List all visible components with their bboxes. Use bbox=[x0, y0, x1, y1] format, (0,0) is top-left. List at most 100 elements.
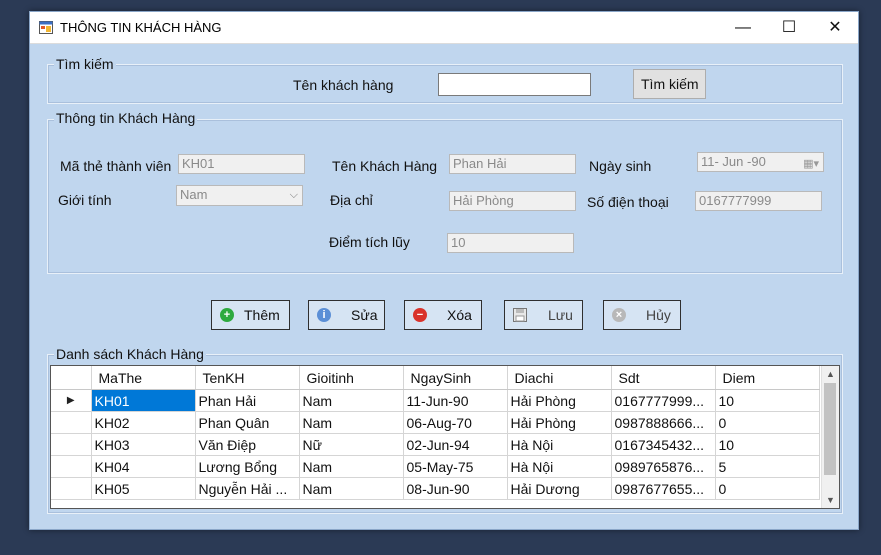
table-cell[interactable]: 0167345432... bbox=[611, 433, 716, 456]
table-cell[interactable]: KH04 bbox=[91, 455, 196, 478]
row-header[interactable] bbox=[51, 433, 92, 456]
search-name-input[interactable] bbox=[438, 73, 591, 96]
column-header[interactable]: NgaySinh bbox=[403, 366, 508, 390]
phone-label: Số điện thoại bbox=[587, 194, 669, 210]
column-header[interactable]: Sdt bbox=[611, 366, 716, 390]
customer-name-label: Tên Khách Hàng bbox=[332, 158, 438, 174]
table-cell[interactable]: 0987677655... bbox=[611, 477, 716, 500]
table-cell[interactable]: Hải Dương bbox=[507, 477, 612, 500]
points-label: Điểm tích lũy bbox=[329, 234, 410, 250]
column-header[interactable]: MaThe bbox=[91, 366, 196, 390]
table-cell[interactable]: Hải Phòng bbox=[507, 389, 612, 412]
table-cell[interactable]: 0987888666... bbox=[611, 411, 716, 434]
column-header[interactable]: Diem bbox=[715, 366, 820, 390]
table-cell[interactable]: 02-Jun-94 bbox=[403, 433, 508, 456]
table-row[interactable]: KH03 Văn Điệp Nữ 02-Jun-94 Hà Nội 016734… bbox=[51, 433, 820, 456]
table-cell[interactable]: 0167777999... bbox=[611, 389, 716, 412]
minimize-button[interactable]: — bbox=[720, 12, 766, 43]
table-row[interactable]: ▶ KH01 Phan Hải Nam 11-Jun-90 Hải Phòng … bbox=[51, 389, 820, 412]
table-cell[interactable]: 10 bbox=[715, 433, 820, 456]
table-cell[interactable]: 5 bbox=[715, 455, 820, 478]
delete-button[interactable]: − Xóa bbox=[404, 300, 482, 330]
customer-name-field[interactable]: Phan Hải bbox=[449, 154, 576, 174]
table-cell[interactable]: 05-May-75 bbox=[403, 455, 508, 478]
address-field[interactable]: Hải Phòng bbox=[449, 191, 576, 211]
table-cell[interactable]: Phan Quân bbox=[195, 411, 300, 434]
edit-button[interactable]: i Sửa bbox=[308, 300, 385, 330]
table-cell[interactable]: Nam bbox=[299, 455, 404, 478]
grid-header-row: MaThe TenKH Gioitinh NgaySinh Diachi Sdt… bbox=[51, 366, 820, 390]
row-header[interactable] bbox=[51, 477, 92, 500]
floppy-disk-icon bbox=[513, 308, 527, 322]
table-cell[interactable]: Nữ bbox=[299, 433, 404, 456]
cancel-button[interactable]: × Hủy bbox=[603, 300, 681, 330]
column-header[interactable]: Diachi bbox=[507, 366, 612, 390]
customer-list-group-label: Danh sách Khách Hàng bbox=[54, 346, 206, 362]
table-cell[interactable]: Văn Điệp bbox=[195, 433, 300, 456]
calendar-dropdown-icon: ▦▾ bbox=[803, 158, 819, 170]
row-header[interactable] bbox=[51, 411, 92, 434]
member-id-field[interactable]: KH01 bbox=[178, 154, 305, 174]
search-group-label: Tìm kiếm bbox=[54, 56, 116, 72]
points-field[interactable]: 10 bbox=[447, 233, 574, 253]
save-button-label: Lưu bbox=[548, 307, 573, 323]
table-cell[interactable]: 06-Aug-70 bbox=[403, 411, 508, 434]
row-header[interactable] bbox=[51, 455, 92, 478]
table-cell[interactable]: KH02 bbox=[91, 411, 196, 434]
table-cell[interactable]: Hải Phòng bbox=[507, 411, 612, 434]
dob-picker[interactable]: 11- Jun -90 ▦▾ bbox=[697, 152, 824, 172]
customer-info-group-label: Thông tin Khách Hàng bbox=[54, 110, 198, 126]
grid-vertical-scrollbar[interactable]: ▲ ▼ bbox=[821, 366, 839, 508]
gender-label: Giới tính bbox=[58, 192, 112, 208]
grid-corner-cell bbox=[51, 366, 92, 390]
table-cell[interactable]: 10 bbox=[715, 389, 820, 412]
cancel-button-label: Hủy bbox=[646, 307, 671, 323]
table-cell[interactable]: 08-Jun-90 bbox=[403, 477, 508, 500]
column-header[interactable]: Gioitinh bbox=[299, 366, 404, 390]
table-row[interactable]: KH02 Phan Quân Nam 06-Aug-70 Hải Phòng 0… bbox=[51, 411, 820, 434]
member-id-label: Mã thẻ thành viên bbox=[60, 158, 172, 174]
table-cell[interactable]: Hà Nội bbox=[507, 433, 612, 456]
table-cell[interactable]: Nam bbox=[299, 477, 404, 500]
add-button-label: Thêm bbox=[244, 307, 280, 323]
table-cell[interactable]: Phan Hải bbox=[195, 389, 300, 412]
title-bar[interactable]: THÔNG TIN KHÁCH HÀNG — ☐ ✕ bbox=[30, 12, 858, 44]
save-button[interactable]: Lưu bbox=[504, 300, 583, 330]
table-cell[interactable]: Nam bbox=[299, 411, 404, 434]
maximize-button[interactable]: ☐ bbox=[766, 12, 812, 43]
table-cell[interactable]: KH01 bbox=[91, 389, 196, 412]
app-form-icon bbox=[39, 21, 53, 34]
search-button[interactable]: Tìm kiếm bbox=[633, 69, 706, 99]
table-row[interactable]: KH04 Lương Bổng Nam 05-May-75 Hà Nội 098… bbox=[51, 455, 820, 478]
scroll-up-icon[interactable]: ▲ bbox=[822, 366, 839, 382]
chevron-down-icon: ⌵ bbox=[289, 189, 298, 201]
plus-circle-icon: + bbox=[220, 308, 234, 322]
gender-select[interactable]: Nam ⌵ bbox=[176, 185, 303, 206]
phone-field[interactable]: 0167777999 bbox=[695, 191, 822, 211]
table-cell[interactable]: 0 bbox=[715, 411, 820, 434]
add-button[interactable]: + Thêm bbox=[211, 300, 290, 330]
table-cell[interactable]: KH05 bbox=[91, 477, 196, 500]
table-row[interactable]: KH05 Nguyễn Hải ... Nam 08-Jun-90 Hải Dư… bbox=[51, 477, 820, 500]
table-cell[interactable]: 0 bbox=[715, 477, 820, 500]
scroll-thumb[interactable] bbox=[824, 383, 836, 475]
customer-table: MaThe TenKH Gioitinh NgaySinh Diachi Sdt… bbox=[51, 366, 820, 500]
scroll-down-icon[interactable]: ▼ bbox=[822, 492, 839, 508]
info-icon: i bbox=[317, 308, 331, 322]
table-cell[interactable]: Nguyễn Hải ... bbox=[195, 477, 300, 500]
table-cell[interactable]: Lương Bổng bbox=[195, 455, 300, 478]
minus-circle-icon: − bbox=[413, 308, 427, 322]
table-cell[interactable]: Hà Nội bbox=[507, 455, 612, 478]
table-cell[interactable]: KH03 bbox=[91, 433, 196, 456]
search-name-label: Tên khách hàng bbox=[293, 77, 394, 93]
table-cell[interactable]: Nam bbox=[299, 389, 404, 412]
customer-grid[interactable]: MaThe TenKH Gioitinh NgaySinh Diachi Sdt… bbox=[50, 365, 840, 509]
table-cell[interactable]: 11-Jun-90 bbox=[403, 389, 508, 412]
search-button-label: Tìm kiếm bbox=[641, 76, 699, 92]
delete-button-label: Xóa bbox=[447, 307, 472, 323]
current-row-marker[interactable]: ▶ bbox=[51, 389, 92, 412]
close-button[interactable]: ✕ bbox=[812, 12, 858, 43]
address-label: Địa chỉ bbox=[330, 192, 373, 208]
column-header[interactable]: TenKH bbox=[195, 366, 300, 390]
table-cell[interactable]: 0989765876... bbox=[611, 455, 716, 478]
